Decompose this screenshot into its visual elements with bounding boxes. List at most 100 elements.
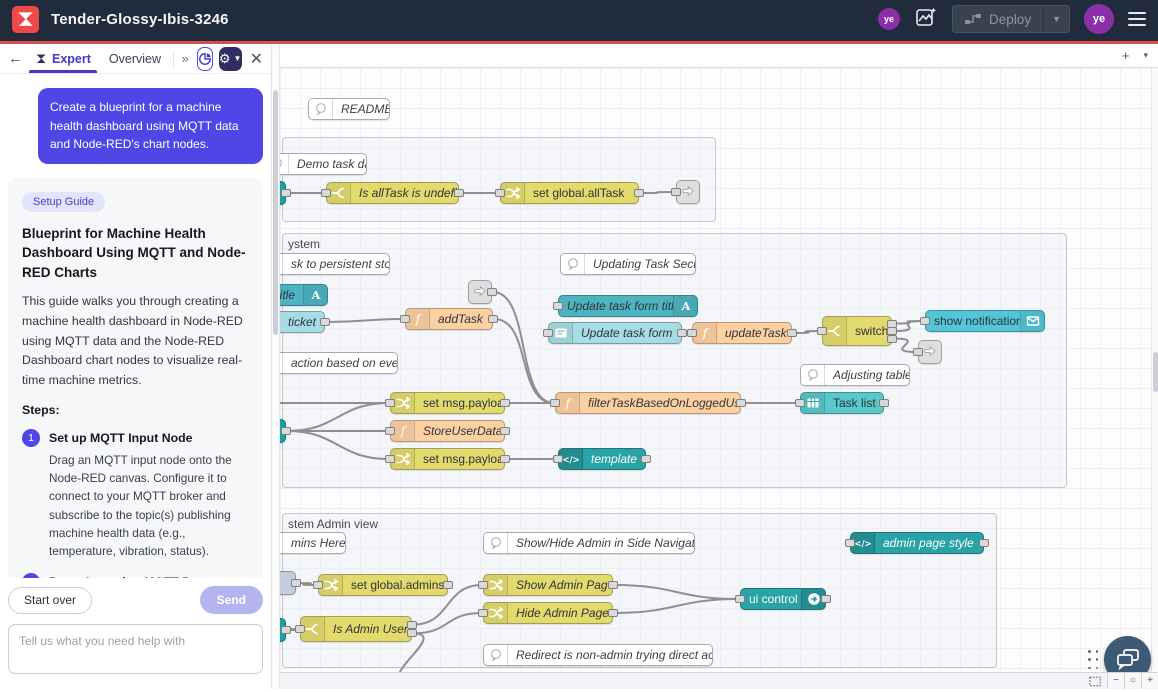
comment-node[interactable]: sk to persistent storage (280, 253, 390, 275)
node-port[interactable] (887, 335, 897, 343)
node-port[interactable] (553, 455, 563, 463)
node-port[interactable] (920, 317, 930, 325)
flow-node-template[interactable]: </>template (558, 448, 646, 470)
start-over-button[interactable]: Start over (8, 587, 92, 614)
flow-canvas[interactable]: ystemstem Admin viewREADMEDemo task data… (280, 68, 1158, 672)
node-port[interactable] (634, 189, 644, 197)
flow-node-change[interactable]: Hide Admin Page (483, 602, 613, 624)
comment-node[interactable]: Adjusting table (800, 364, 910, 386)
flow-node-change[interactable]: set global.allTask (500, 182, 639, 204)
node-port[interactable] (671, 188, 681, 196)
node-port[interactable] (281, 189, 291, 197)
add-flow-button[interactable]: + (1122, 49, 1130, 62)
node-port[interactable] (553, 302, 563, 310)
flow-node-function[interactable]: faddTask (405, 308, 493, 330)
node-port[interactable] (913, 348, 923, 356)
node-port[interactable] (979, 539, 989, 547)
flow-node-switch[interactable]: switch (822, 316, 892, 346)
comment-node[interactable]: Redirect is non-admin trying direct acce… (483, 644, 713, 666)
node-port[interactable] (495, 189, 505, 197)
zoom-in-button[interactable]: + (1141, 673, 1158, 689)
flow-node-function[interactable]: fupdateTask (692, 322, 792, 344)
flow-node-change[interactable]: set msg.payload (390, 448, 505, 470)
node-port[interactable] (787, 329, 797, 337)
node-port[interactable] (407, 629, 417, 637)
flow-node-template[interactable]: </>admin page style (850, 532, 984, 554)
node-port[interactable] (321, 189, 331, 197)
flow-node-uiform[interactable]: Update task form (548, 322, 682, 344)
node-port[interactable] (735, 595, 745, 603)
node-port[interactable] (385, 427, 395, 435)
node-port[interactable] (641, 455, 651, 463)
sidebar-scrollbar[interactable] (273, 90, 278, 335)
node-port[interactable] (295, 625, 305, 633)
node-port[interactable] (400, 315, 410, 323)
node-port[interactable] (281, 626, 291, 634)
node-port[interactable] (320, 318, 330, 326)
flow-node-change[interactable]: set global.admins (318, 574, 448, 596)
more-tabs-chevron[interactable]: » (180, 51, 191, 66)
node-port[interactable] (407, 621, 417, 629)
avatar-user[interactable]: ye (1084, 4, 1114, 34)
flow-node-uitable[interactable]: Task list (800, 392, 884, 414)
canvas-scrollbar-thumb[interactable] (1153, 352, 1158, 392)
flow-node-uiform[interactable]: ticket (280, 311, 325, 333)
node-port[interactable] (478, 609, 488, 617)
node-port[interactable] (500, 399, 510, 407)
canvas-vertical-scrollbar[interactable] (1151, 68, 1158, 672)
wire[interactable] (287, 431, 389, 459)
node-port[interactable] (443, 581, 453, 589)
node-port[interactable] (487, 288, 497, 296)
menu-button[interactable] (1128, 8, 1146, 30)
send-button[interactable]: Send (200, 586, 263, 614)
wire[interactable] (614, 599, 739, 613)
node-port[interactable] (313, 581, 323, 589)
comment-node[interactable]: Updating Task Securely (560, 253, 696, 275)
tab-overview[interactable]: Overview (103, 44, 167, 73)
wire[interactable] (287, 403, 389, 431)
tab-expert[interactable]: Expert (29, 44, 97, 73)
deploy-caret[interactable]: ▼ (1043, 6, 1069, 32)
flow-node-change[interactable]: set msg.payload (390, 392, 505, 414)
node-port[interactable] (385, 455, 395, 463)
minimap-button[interactable] (1086, 673, 1103, 689)
node-port[interactable] (821, 595, 831, 603)
deploy-button[interactable]: Deploy ▼ (952, 5, 1070, 33)
wire[interactable] (493, 292, 554, 403)
zoom-out-button[interactable]: − (1107, 673, 1124, 689)
comment-node[interactable]: mins Here (280, 532, 346, 554)
avatar-small[interactable]: ye (878, 8, 900, 30)
back-button[interactable]: ← (8, 50, 23, 67)
comment-node[interactable]: Demo task data (280, 153, 367, 175)
flow-node-switch[interactable]: Is Admin User? (300, 616, 412, 642)
zoom-reset-button[interactable]: ○ (1124, 673, 1141, 689)
node-port[interactable] (454, 189, 464, 197)
flow-node-uitext[interactable]: Update task form titleA (558, 295, 698, 317)
node-port[interactable] (879, 399, 889, 407)
node-port[interactable] (608, 609, 618, 617)
node-port[interactable] (478, 581, 488, 589)
wire[interactable] (614, 585, 739, 599)
node-port[interactable] (385, 399, 395, 407)
node-port[interactable] (500, 427, 510, 435)
flow-node-function[interactable]: ffilterTaskBasedOnLoggedUser (555, 392, 741, 414)
close-panel-button[interactable]: ✕ (250, 49, 263, 69)
wire[interactable] (326, 319, 404, 322)
comment-node[interactable]: README (308, 98, 390, 120)
comment-node[interactable]: action based on event (280, 352, 398, 374)
settings-button[interactable]: ⚙ ▼ (219, 47, 242, 71)
node-port[interactable] (488, 315, 498, 323)
flow-node-uicontrol[interactable]: ui control (740, 588, 826, 610)
node-port[interactable] (550, 399, 560, 407)
node-port[interactable] (500, 455, 510, 463)
node-port[interactable] (845, 539, 855, 547)
node-port[interactable] (887, 327, 897, 335)
assistant-conversation[interactable]: Create a blueprint for a machine health … (0, 74, 271, 578)
node-port[interactable] (736, 399, 746, 407)
flow-node-switch[interactable]: Is allTask is undefined (326, 182, 459, 204)
panel-resize-handle[interactable] (272, 44, 280, 689)
ai-assistant-icon[interactable] (914, 5, 938, 34)
node-port[interactable] (608, 581, 618, 589)
node-port[interactable] (291, 579, 301, 587)
node-port[interactable] (817, 327, 827, 335)
